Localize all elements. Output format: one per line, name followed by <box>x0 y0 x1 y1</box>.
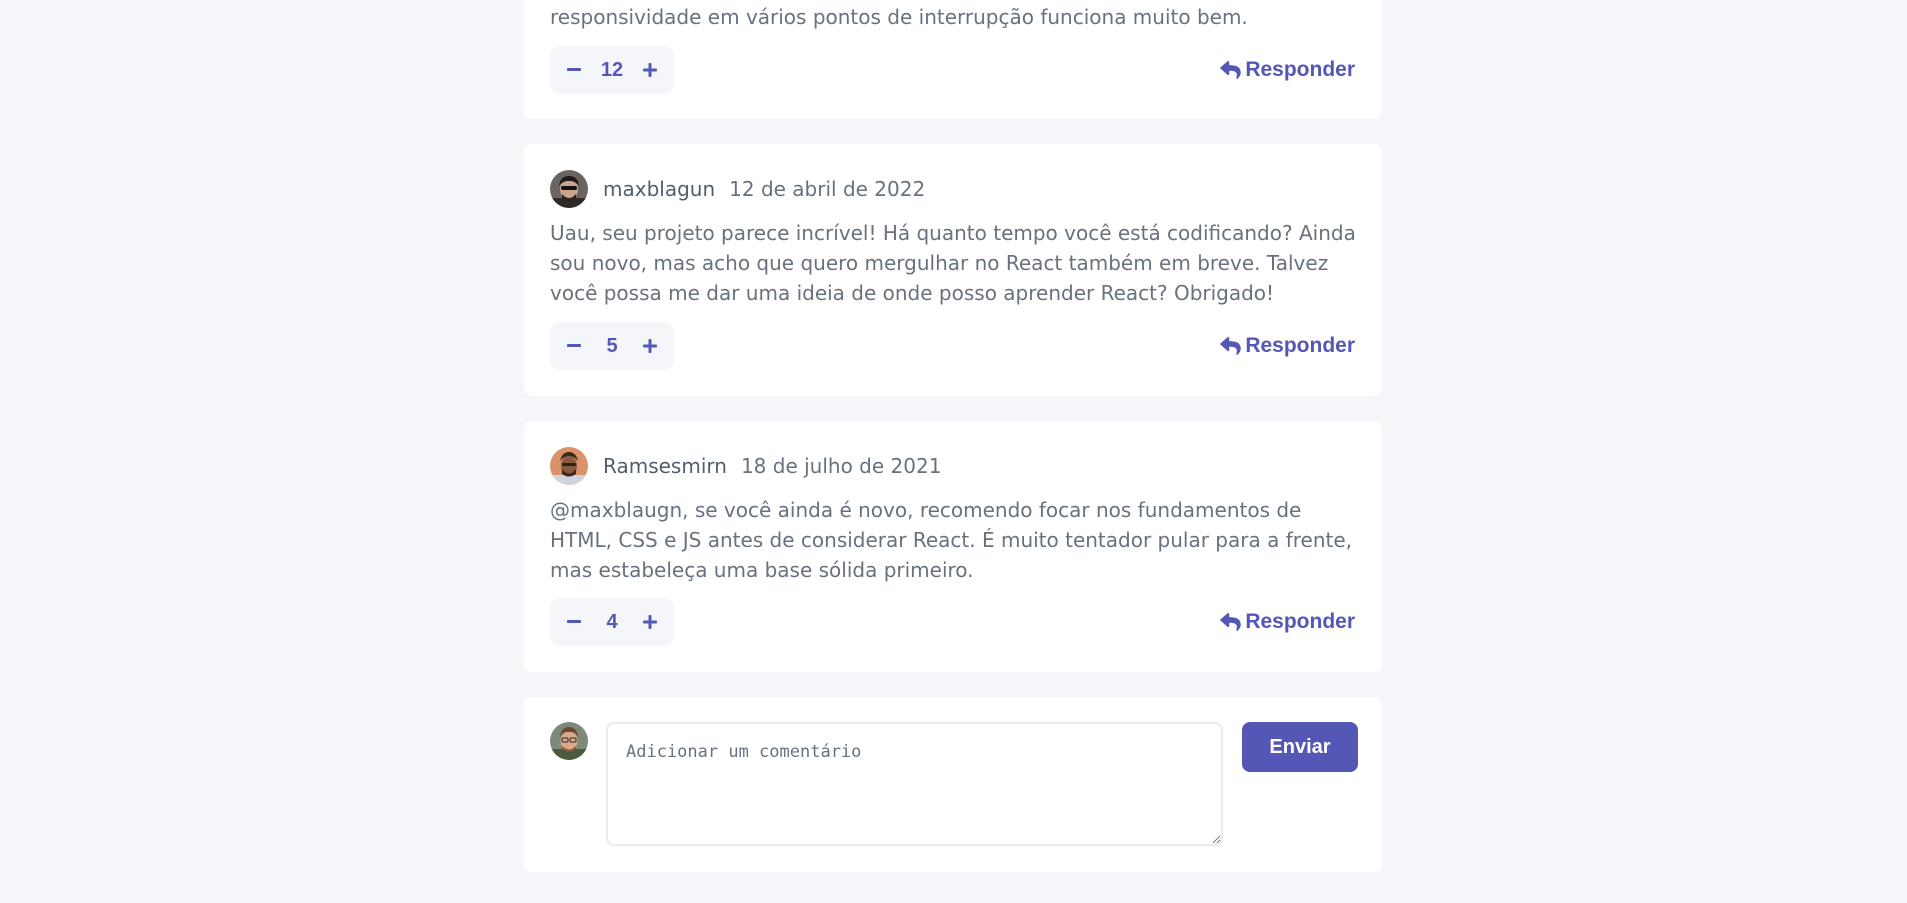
reply-button[interactable]: Responder <box>1220 598 1355 646</box>
upvote-button[interactable] <box>638 334 662 358</box>
vote-control: 4 <box>550 598 674 646</box>
minus-icon <box>567 68 581 71</box>
comment-date: 18 de julho de 2021 <box>740 454 942 478</box>
send-button[interactable]: Enviar <box>1242 722 1358 772</box>
avatar[interactable] <box>550 447 588 485</box>
minus-icon <box>567 344 581 347</box>
comment-header: maxblagun 12 de abril de 2022 <box>550 170 925 208</box>
current-user-avatar <box>550 722 588 760</box>
upvote-button[interactable] <box>638 610 662 634</box>
comment-card: Ramsesmirn 18 de julho de 2021 @maxblaug… <box>524 421 1382 672</box>
plus-icon <box>643 615 657 629</box>
vote-count: 5 <box>606 334 618 357</box>
comment-card: maxblagun 12 de abril de 2022 Uau, seu p… <box>524 144 1382 396</box>
comment-card: responsividade em vários pontos de inter… <box>524 0 1382 119</box>
downvote-button[interactable] <box>562 58 586 82</box>
upvote-button[interactable] <box>638 58 662 82</box>
reply-label: Responder <box>1245 334 1355 357</box>
downvote-button[interactable] <box>562 334 586 358</box>
comment-content: responsividade em vários pontos de inter… <box>550 5 1248 29</box>
reply-icon <box>1220 60 1242 79</box>
avatar[interactable] <box>550 170 588 208</box>
downvote-button[interactable] <box>562 610 586 634</box>
reply-icon <box>1220 336 1242 355</box>
vote-count: 12 <box>600 58 624 81</box>
reply-button[interactable]: Responder <box>1220 46 1355 94</box>
comment-header: Ramsesmirn 18 de julho de 2021 <box>550 447 941 485</box>
username[interactable]: maxblagun <box>603 177 715 201</box>
vote-control: 12 <box>550 46 674 94</box>
vote-control: 5 <box>550 322 674 370</box>
comment-content: Uau, seu projeto parece incrível! Há qua… <box>550 221 1356 305</box>
comment-date: 12 de abril de 2022 <box>729 177 926 201</box>
add-comment-card: Enviar <box>524 697 1382 872</box>
vote-count: 4 <box>606 610 618 633</box>
plus-icon <box>643 63 657 77</box>
reply-icon <box>1220 612 1242 631</box>
plus-icon <box>643 339 657 353</box>
comment-content: @maxblaugn, se você ainda é novo, recome… <box>550 498 1353 582</box>
comment-input[interactable] <box>606 722 1223 846</box>
reply-label: Responder <box>1245 58 1355 81</box>
username[interactable]: Ramsesmirn <box>603 454 727 478</box>
minus-icon <box>567 620 581 623</box>
reply-label: Responder <box>1245 610 1355 633</box>
reply-button[interactable]: Responder <box>1220 322 1355 370</box>
